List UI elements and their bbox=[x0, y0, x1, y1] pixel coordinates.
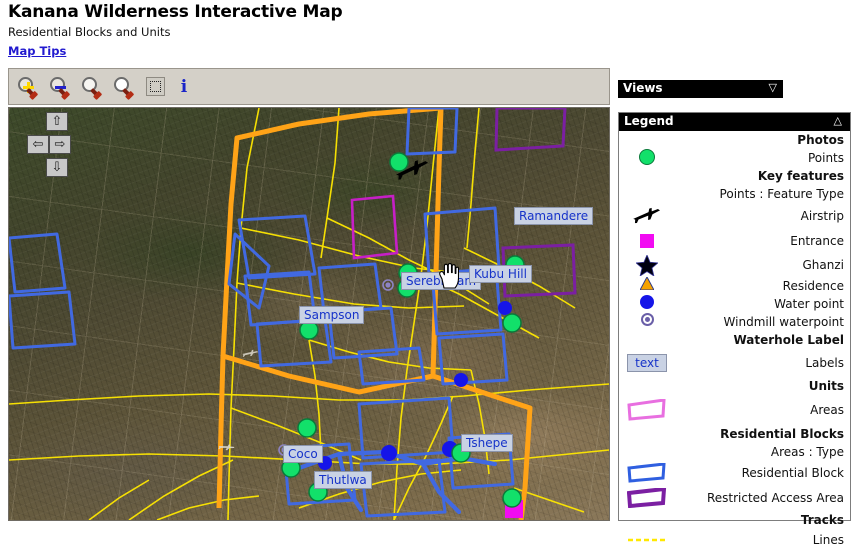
legend-label: Labels bbox=[805, 356, 844, 370]
text-swatch-label: text bbox=[627, 354, 667, 372]
legend-label: Residential Blocks bbox=[720, 427, 844, 441]
legend-label: Windmill waterpoint bbox=[723, 315, 844, 329]
legend-header: Legend △ bbox=[619, 113, 850, 131]
map-label-tshepe[interactable]: Tshepe bbox=[461, 434, 513, 452]
select-rectangle-icon[interactable] bbox=[145, 76, 167, 98]
views-label: Views bbox=[623, 81, 663, 95]
magenta-square-icon bbox=[619, 229, 675, 253]
legend-title: Legend bbox=[624, 114, 674, 128]
legend-label: Points bbox=[807, 151, 844, 165]
pan-right-button[interactable]: ⇨ bbox=[49, 135, 71, 154]
legend-row: Waterhole Label bbox=[619, 331, 850, 349]
legend-label: Lines bbox=[812, 533, 844, 547]
legend-row: Tracks bbox=[619, 511, 850, 529]
legend-label: Waterhole Label bbox=[733, 333, 844, 347]
blue-polygon-icon bbox=[619, 461, 675, 485]
airplane-icon bbox=[619, 203, 675, 229]
legend-label: Areas bbox=[810, 403, 844, 417]
green-circle-icon bbox=[619, 149, 675, 165]
orange-triangle-icon bbox=[619, 277, 675, 290]
legend-label: Tracks bbox=[800, 513, 844, 527]
legend-row: Residential Block bbox=[619, 461, 850, 485]
page-header: Kanana Wilderness Interactive Map Reside… bbox=[8, 2, 628, 58]
legend-row: Points bbox=[619, 149, 850, 167]
zoom-full-extent-icon[interactable] bbox=[113, 76, 135, 98]
star-icon bbox=[619, 253, 675, 277]
legend-row: Ghanzi bbox=[619, 253, 850, 277]
legend-row: Restricted Access Area bbox=[619, 485, 850, 511]
chevron-up-icon[interactable]: △ bbox=[834, 115, 842, 127]
blue-circle-icon bbox=[619, 295, 675, 309]
legend-row: Key features bbox=[619, 167, 850, 185]
legend-label: Airstrip bbox=[800, 209, 844, 223]
page-subtitle: Residential Blocks and Units bbox=[8, 25, 171, 39]
legend-row: Residential Blocks bbox=[619, 425, 850, 443]
legend-row: Areas : Type bbox=[619, 443, 850, 461]
yellow-dashed-line-icon bbox=[619, 529, 675, 551]
windmill-waterpoint-icon bbox=[619, 313, 675, 326]
legend-label: Key features bbox=[757, 169, 844, 183]
zoom-in-icon[interactable] bbox=[17, 76, 39, 98]
legend-label: Water point bbox=[774, 297, 844, 311]
legend-label: Restricted Access Area bbox=[706, 491, 844, 505]
legend-label: Points : Feature Type bbox=[719, 187, 844, 201]
legend-body: Photos Points Key features Points : Feat… bbox=[619, 131, 850, 547]
pink-polygon-icon bbox=[619, 395, 675, 425]
purple-polygon-icon bbox=[619, 485, 675, 511]
airstrip-mark-secondary bbox=[242, 349, 259, 357]
legend-label: Areas : Type bbox=[770, 445, 844, 459]
pan-up-button[interactable]: ⇧ bbox=[46, 112, 68, 131]
chevron-down-icon[interactable]: ▽ bbox=[769, 82, 777, 94]
info-icon[interactable]: i bbox=[177, 76, 191, 98]
map-label-sampson[interactable]: Sampson bbox=[299, 306, 365, 324]
map-toolbar: i bbox=[8, 68, 610, 105]
zoom-out-icon[interactable] bbox=[49, 76, 71, 98]
legend-label: Units bbox=[808, 379, 844, 393]
text-swatch-icon: text bbox=[619, 349, 675, 377]
legend-row: Residence bbox=[619, 277, 850, 295]
legend-row: Points : Feature Type bbox=[619, 185, 850, 203]
map-label-coco[interactable]: Coco bbox=[283, 445, 323, 463]
pan-control[interactable]: ⇧ ⇦ ⇨ ⇩ bbox=[27, 112, 87, 178]
unit-areas-layer bbox=[350, 194, 399, 260]
page-title: Kanana Wilderness Interactive Map bbox=[8, 2, 343, 22]
pan-left-button[interactable]: ⇦ bbox=[27, 135, 49, 154]
map-label-ramandere[interactable]: Ramandere bbox=[514, 207, 594, 225]
map-canvas[interactable]: ⇧ ⇦ ⇨ ⇩ Ramandere Serebi Dam Kubu Hill S… bbox=[8, 107, 610, 521]
legend-row: Airstrip bbox=[619, 203, 850, 229]
legend-label: Residence bbox=[782, 279, 844, 293]
map-label-kubu-hill[interactable]: Kubu Hill bbox=[469, 265, 532, 283]
legend-label: Ghanzi bbox=[802, 258, 845, 272]
legend-row: Water point bbox=[619, 295, 850, 313]
legend-row: text Labels bbox=[619, 349, 850, 377]
views-dropdown[interactable]: Views ▽ bbox=[618, 80, 783, 98]
legend-row: Windmill waterpoint bbox=[619, 313, 850, 331]
legend-label: Photos bbox=[797, 133, 844, 147]
zoom-previous-icon[interactable] bbox=[81, 76, 103, 98]
legend-row: Entrance bbox=[619, 229, 850, 253]
pan-down-button[interactable]: ⇩ bbox=[46, 158, 68, 177]
legend-row: Areas bbox=[619, 395, 850, 425]
legend-panel: Legend △ Photos Points Key features Poin… bbox=[618, 112, 851, 547]
legend-row: Units bbox=[619, 377, 850, 395]
legend-row: Photos bbox=[619, 131, 850, 149]
legend-row: Lines bbox=[619, 529, 850, 551]
legend-label: Entrance bbox=[790, 234, 844, 248]
legend-label: Residential Block bbox=[741, 466, 844, 480]
map-tips-link[interactable]: Map Tips bbox=[8, 44, 66, 58]
map-label-thutlwa[interactable]: Thutlwa bbox=[314, 471, 372, 489]
